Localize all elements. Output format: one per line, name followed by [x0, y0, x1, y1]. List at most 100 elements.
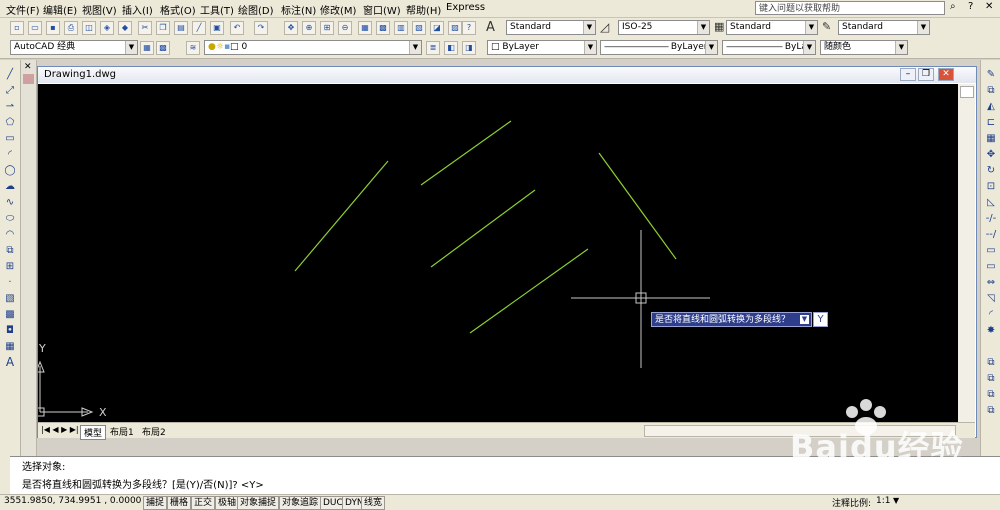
tab-nav-icon[interactable]: |◀ ◀ ▶ ▶| [41, 425, 79, 434]
markup-icon[interactable]: ◪ [430, 21, 444, 35]
draworder-front-icon[interactable]: ⧉ [984, 356, 998, 369]
menu-express[interactable]: Express [446, 2, 485, 13]
menu-modify[interactable]: 修改(M) [320, 2, 356, 17]
tab-layout1[interactable]: 布局1 [110, 425, 134, 438]
stretch-icon[interactable]: ◺ [984, 196, 998, 209]
zoom-realtime-icon[interactable]: ⊕ [302, 21, 316, 35]
annotation-scale-select[interactable]: 1:1 [876, 496, 890, 506]
lineweight-select[interactable]: ——————— ByLayer▼ [722, 40, 816, 55]
ellipse-icon[interactable]: ⬭ [3, 212, 17, 225]
line-entity[interactable] [598, 152, 677, 260]
region-icon[interactable]: ◘ [3, 324, 17, 337]
search-icon[interactable]: ⌕ [950, 1, 956, 12]
chevron-down-icon[interactable]: ▼ [800, 315, 809, 324]
coordinates-readout[interactable]: 3551.9850, 734.9951 , 0.0000 [4, 496, 141, 506]
zoom-previous-icon[interactable]: ⊖ [338, 21, 352, 35]
chevron-down-icon[interactable]: ▼ [583, 21, 595, 34]
menu-dimension[interactable]: 标注(N) [281, 2, 316, 17]
chamfer-icon[interactable]: ◹ [984, 292, 998, 305]
undo-icon[interactable]: ↶ [230, 21, 244, 35]
vertical-scrollbar[interactable] [958, 84, 975, 422]
copy-object-icon[interactable]: ⧉ [984, 84, 998, 97]
new-file-icon[interactable]: ▫ [10, 21, 24, 35]
move-icon[interactable]: ✥ [984, 148, 998, 161]
cut-icon[interactable]: ✂ [138, 21, 152, 35]
menu-tools[interactable]: 工具(T) [200, 2, 234, 17]
palette-icon[interactable] [23, 74, 34, 84]
chevron-down-icon[interactable]: ▼ [409, 41, 421, 54]
revision-cloud-icon[interactable]: ☁ [3, 180, 17, 193]
match-properties-icon[interactable]: ╱ [192, 21, 206, 35]
osnap-toggle[interactable]: 对象捕捉 [237, 496, 280, 510]
lineweight-toggle[interactable]: 线宽 [361, 496, 386, 510]
grid-toggle[interactable]: 栅格 [167, 496, 192, 510]
menu-insert[interactable]: 插入(I) [122, 2, 153, 17]
explode-icon[interactable]: ✸ [984, 324, 998, 337]
fillet-icon[interactable]: ◜ [984, 308, 998, 321]
chevron-down-icon[interactable]: ▼ [803, 41, 815, 54]
otrack-toggle[interactable]: 对象追踪 [279, 496, 322, 510]
insert-block-icon[interactable]: ⧉ [3, 244, 17, 257]
line-entity[interactable] [420, 120, 512, 186]
workspace-select[interactable]: AutoCAD 经典 ▼ [10, 40, 138, 55]
chevron-down-icon[interactable]: ▼ [895, 41, 907, 54]
redo-icon[interactable]: ↷ [254, 21, 268, 35]
offset-icon[interactable]: ⊏ [984, 116, 998, 129]
text-style-select[interactable]: Standard ▼ [506, 20, 596, 35]
block-editor-icon[interactable]: ▣ [210, 21, 224, 35]
menu-file[interactable]: 文件(F) [6, 2, 40, 17]
polygon-icon[interactable]: ⬠ [3, 116, 17, 129]
workspace-save-icon[interactable]: ▩ [156, 41, 170, 55]
scale-icon[interactable]: ⊡ [984, 180, 998, 193]
arc-icon[interactable]: ◜ [3, 148, 17, 161]
sheet-set-icon[interactable]: ▧ [412, 21, 426, 35]
erase-icon[interactable]: ✎ [984, 68, 998, 81]
help-search-input[interactable]: 键入问题以获取帮助 [755, 1, 945, 15]
menu-window[interactable]: 窗口(W) [363, 2, 401, 17]
workspace-settings-icon[interactable]: ▦ [140, 41, 154, 55]
properties-icon[interactable]: ▦ [358, 21, 372, 35]
layer-states-icon[interactable]: ◨ [462, 41, 476, 55]
zoom-window-icon[interactable]: ⊞ [320, 21, 334, 35]
construction-line-icon[interactable]: ⤢ [3, 84, 17, 97]
spline-icon[interactable]: ∿ [3, 196, 17, 209]
rectangle-icon[interactable]: ▭ [3, 132, 17, 145]
layer-previous-icon[interactable]: ◧ [444, 41, 458, 55]
layer-manager-icon[interactable]: ≋ [186, 41, 200, 55]
snap-toggle[interactable]: 捕捉 [143, 496, 168, 510]
restore-icon[interactable]: ❐ [918, 68, 934, 81]
quickcalc-icon[interactable]: ▨ [448, 21, 462, 35]
linetype-select[interactable]: ———————— ByLayer ▼ [600, 40, 718, 55]
model-space-canvas[interactable]: Y X [38, 84, 958, 422]
menu-edit[interactable]: 编辑(E) [43, 2, 77, 17]
break-at-point-icon[interactable]: ▭ [984, 244, 998, 257]
hatch-icon[interactable]: ▧ [3, 292, 17, 305]
tab-model[interactable]: 模型 [80, 425, 107, 440]
extend-icon[interactable]: --/ [984, 228, 998, 241]
chevron-down-icon[interactable]: ▼ [584, 41, 596, 54]
polyline-icon[interactable]: ⇀ [3, 100, 17, 113]
chevron-down-icon[interactable]: ▼ [697, 21, 709, 34]
trim-icon[interactable]: -/- [984, 212, 998, 225]
table-style-select[interactable]: Standard ▼ [726, 20, 818, 35]
publish-icon[interactable]: ◈ [100, 21, 114, 35]
line-entity[interactable] [294, 160, 389, 272]
help-icon[interactable]: ? [968, 1, 973, 12]
rotate-icon[interactable]: ↻ [984, 164, 998, 177]
line-entity[interactable] [469, 248, 589, 334]
draworder-back-icon[interactable]: ⧉ [984, 372, 998, 385]
ellipse-arc-icon[interactable]: ◠ [3, 228, 17, 241]
paste-icon[interactable]: ▤ [174, 21, 188, 35]
tool-palettes-icon[interactable]: ▥ [394, 21, 408, 35]
layer-select[interactable]: ●☼▪□ 0 ▼ [204, 40, 422, 55]
polar-toggle[interactable]: 极轴 [215, 496, 240, 510]
ortho-toggle[interactable]: 正交 [191, 496, 216, 510]
point-icon[interactable]: · [3, 276, 17, 289]
save-icon[interactable]: ▪ [46, 21, 60, 35]
dim-style-select[interactable]: ISO-25 ▼ [618, 20, 710, 35]
multileader-style-select[interactable]: Standard ▼ [838, 20, 930, 35]
close-icon[interactable]: ✕ [985, 1, 993, 12]
help-icon[interactable]: ? [462, 21, 476, 35]
menu-draw[interactable]: 绘图(D) [238, 2, 274, 17]
minimize-icon[interactable]: – [900, 68, 916, 81]
